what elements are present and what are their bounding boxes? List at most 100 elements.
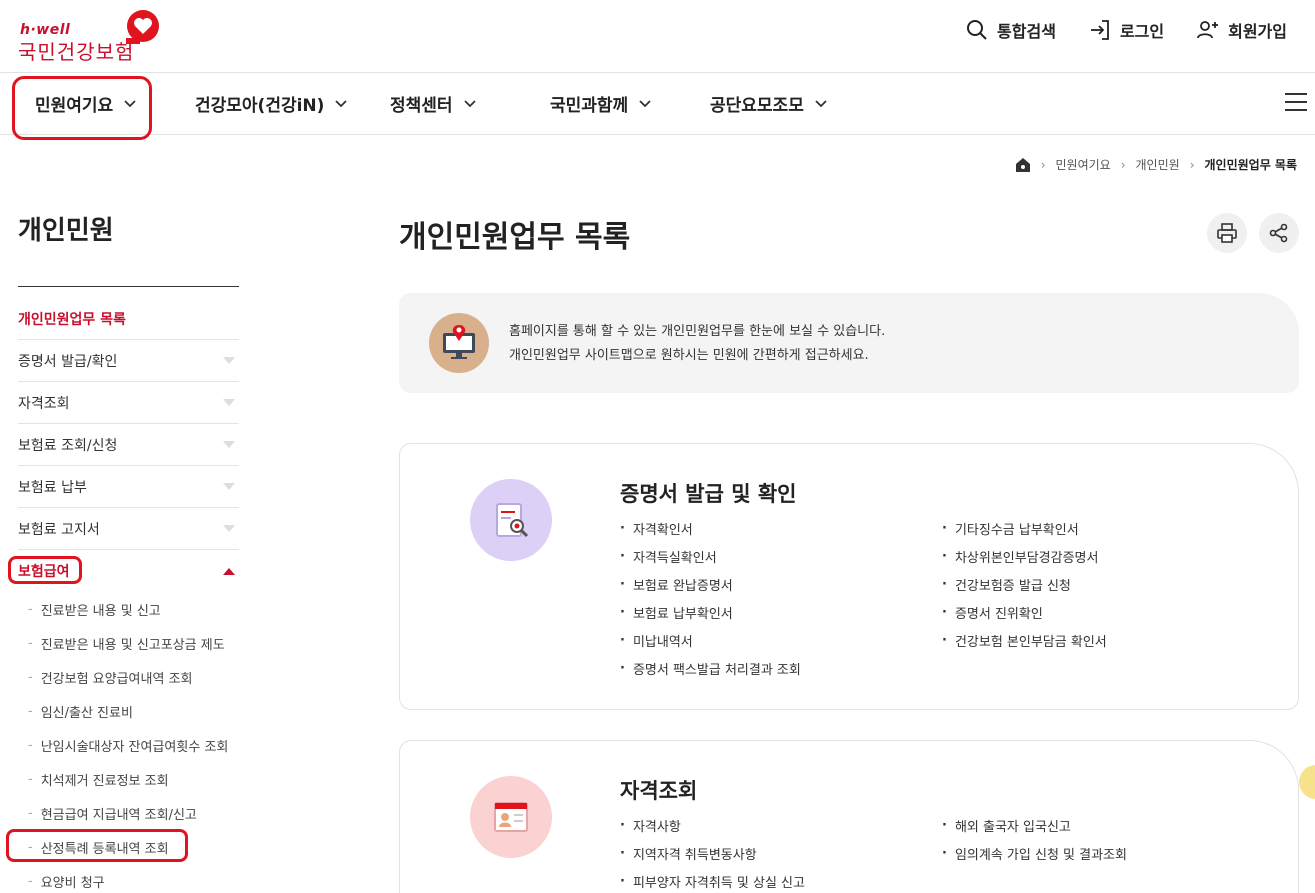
sidebar-subitem-label: 건강보험 요양급여내역 조회 (40, 671, 193, 687)
card-link-list: 자격확인서 기타징수금 납부확인서 자격득실확인서 차상위본인부담경감증명서 보… (620, 514, 1280, 682)
card-link[interactable]: 기타징수금 납부확인서 (942, 514, 1272, 542)
global-navigation: 민원여기요 건강모아(건강iN) 정책센터 국민과함께 공단요모조모 (0, 73, 1315, 135)
card-title: 자격조회 (620, 779, 698, 803)
id-card-icon (470, 776, 552, 858)
chevron-right-icon: › (1040, 157, 1046, 172)
card-link[interactable]: 증명서 진위확인 (942, 598, 1272, 626)
sidebar-item-benefit[interactable]: 보험급여 (18, 550, 239, 592)
card-link[interactable]: 건강보험증 발급 신청 (942, 570, 1272, 598)
chevron-right-icon: › (1189, 157, 1195, 172)
sidebar-item-label: 자격조회 (18, 395, 70, 412)
sidebar-item-label: 보험급여 (18, 564, 70, 580)
chevron-down-icon (815, 99, 827, 107)
gnb-menu-people[interactable]: 국민과함께 (550, 91, 652, 116)
gnb-menu-health[interactable]: 건강모아(건강iN) (195, 91, 348, 116)
chevron-down-icon (124, 99, 136, 107)
card-link[interactable]: 자격득실확인서 (620, 542, 942, 570)
sidebar-subitem[interactable]: - 요양비 청구 (18, 864, 239, 893)
logo-korean: 국민건강보험 (18, 40, 135, 64)
gnb-menu-label: 국민과함께 (550, 96, 629, 116)
sidebar-subitem[interactable]: - 현금급여 지급내역 조회/신고 (18, 796, 239, 830)
triangle-down-icon (223, 441, 235, 448)
sidebar-item-label: 보험료 조회/신청 (18, 437, 118, 454)
card-link[interactable]: 미납내역서 (620, 626, 942, 654)
print-icon (1217, 223, 1237, 243)
search-label: 통합검색 (997, 22, 1056, 41)
add-user-icon (1197, 21, 1219, 39)
sidebar-subitem-special[interactable]: - 산정특례 등록내역 조회 (18, 830, 239, 864)
card-link-list: 자격사항 해외 출국자 입국신고 지역자격 취득변동사항 임의계속 가입 신청 … (620, 811, 1280, 893)
share-icon (1269, 223, 1288, 243)
card-link[interactable]: 보험료 납부확인서 (620, 598, 942, 626)
sidebar-subitem[interactable]: - 진료받은 내용 및 신고포상금 제도 (18, 626, 239, 660)
card-link[interactable]: 피부양자 자격취득 및 상실 신고 (620, 867, 942, 893)
sidebar-subitem[interactable]: - 임신/출산 진료비 (18, 694, 239, 728)
sidebar-subitem-label: 현금급여 지급내역 조회/신고 (40, 807, 197, 823)
sidebar-item-qualification[interactable]: 자격조회 (18, 382, 239, 424)
sidebar-subitem-label: 진료받은 내용 및 신고 (40, 603, 161, 619)
notice-line: 개인민원업무 사이트맵으로 원하시는 민원에 간편하게 접근하세요. (509, 348, 869, 363)
card-link[interactable]: 임의계속 가입 신청 및 결과조회 (942, 839, 1272, 867)
card-link[interactable]: 자격확인서 (620, 514, 942, 542)
hamburger-menu-icon[interactable] (1285, 93, 1307, 113)
monitor-location-icon (429, 313, 489, 373)
card-link[interactable]: 보험료 완납증명서 (620, 570, 942, 598)
notice-line: 홈페이지를 통해 할 수 있는 개인민원업무를 한눈에 보실 수 있습니다. (509, 324, 886, 339)
sidebar-subitem-label: 진료받은 내용 및 신고포상금 제도 (40, 637, 225, 653)
search-icon (967, 20, 987, 40)
page-title: 개인민원업무 목록 (399, 220, 631, 255)
signup-button[interactable]: 회원가입 (1196, 18, 1287, 42)
breadcrumb-item[interactable]: 민원여기요 (1056, 156, 1111, 173)
sidebar-item-label: 증명서 발급/확인 (18, 353, 118, 370)
search-button[interactable]: 통합검색 (965, 18, 1056, 42)
sidebar-subitem[interactable]: - 진료받은 내용 및 신고 (18, 592, 239, 626)
triangle-down-icon (223, 483, 235, 490)
sidebar-item-label: 개인민원업무 목록 (18, 311, 126, 328)
top-header: h·well 국민건강보험 통합검색 로그인 회원가입 (0, 0, 1315, 73)
sidebar-subitem-label: 난임시술대상자 잔여급여횟수 조회 (40, 739, 229, 755)
chevron-down-icon (639, 99, 651, 107)
triangle-down-icon (223, 357, 235, 364)
card-link[interactable]: 증명서 팩스발급 처리결과 조회 (620, 654, 942, 682)
share-button[interactable] (1259, 213, 1299, 253)
triangle-down-icon (223, 525, 235, 532)
login-button[interactable]: 로그인 (1088, 18, 1164, 42)
card-link[interactable]: 해외 출국자 입국신고 (942, 811, 1272, 839)
breadcrumb: › 민원여기요 › 개인민원 › 개인민원업무 목록 (1015, 156, 1297, 173)
gnb-menu-corp[interactable]: 공단요모조모 (710, 91, 828, 116)
sidebar-subitem-label: 산정특례 등록내역 조회 (40, 841, 169, 857)
category-card-certificate: 증명서 발급 및 확인 자격확인서 기타징수금 납부확인서 자격득실확인서 차상… (399, 443, 1299, 710)
heart-icon (126, 10, 159, 44)
card-link[interactable]: 차상위본인부담경감증명서 (942, 542, 1272, 570)
card-title: 증명서 발급 및 확인 (620, 482, 797, 506)
sidebar-subitem[interactable]: - 난임시술대상자 잔여급여횟수 조회 (18, 728, 239, 762)
chevron-down-icon (335, 99, 348, 107)
home-icon[interactable] (1015, 157, 1031, 173)
sidebar-subitem-label: 치석제거 진료정보 조회 (40, 773, 169, 789)
sidebar-subitem[interactable]: - 치석제거 진료정보 조회 (18, 762, 239, 796)
triangle-down-icon (223, 399, 235, 406)
chevron-right-icon: › (1120, 157, 1126, 172)
sidebar-item-premium-pay[interactable]: 보험료 납부 (18, 466, 239, 508)
login-icon (1090, 20, 1109, 40)
floating-button[interactable] (1299, 765, 1315, 799)
sidebar-subitem[interactable]: - 건강보험 요양급여내역 조회 (18, 660, 239, 694)
gnb-menu-label: 정책센터 (390, 96, 453, 116)
gnb-menu-policy[interactable]: 정책센터 (390, 91, 477, 116)
sidebar-item-premium-query[interactable]: 보험료 조회/신청 (18, 424, 239, 466)
site-logo[interactable]: h·well 국민건강보험 (18, 10, 168, 64)
sidebar-item-list[interactable]: 개인민원업무 목록 (18, 298, 239, 340)
sidebar-menu: 개인민원업무 목록 증명서 발급/확인 자격조회 보험료 조회/신청 보험료 납… (18, 298, 239, 893)
utility-menu: 통합검색 로그인 회원가입 (965, 18, 1287, 42)
sidebar-item-premium-notice[interactable]: 보험료 고지서 (18, 508, 239, 550)
gnb-menu-civil[interactable]: 민원여기요 (35, 91, 137, 116)
card-link[interactable]: 건강보험 본인부담금 확인서 (942, 626, 1272, 654)
gnb-menu-label: 민원여기요 (35, 96, 114, 116)
card-link[interactable]: 자격사항 (620, 811, 942, 839)
card-link[interactable]: 지역자격 취득변동사항 (620, 839, 942, 867)
breadcrumb-item[interactable]: 개인민원 (1136, 156, 1180, 173)
login-label: 로그인 (1119, 22, 1165, 41)
sidebar-item-certificate[interactable]: 증명서 발급/확인 (18, 340, 239, 382)
print-button[interactable] (1207, 213, 1247, 253)
sidebar-title: 개인민원 (18, 216, 114, 246)
